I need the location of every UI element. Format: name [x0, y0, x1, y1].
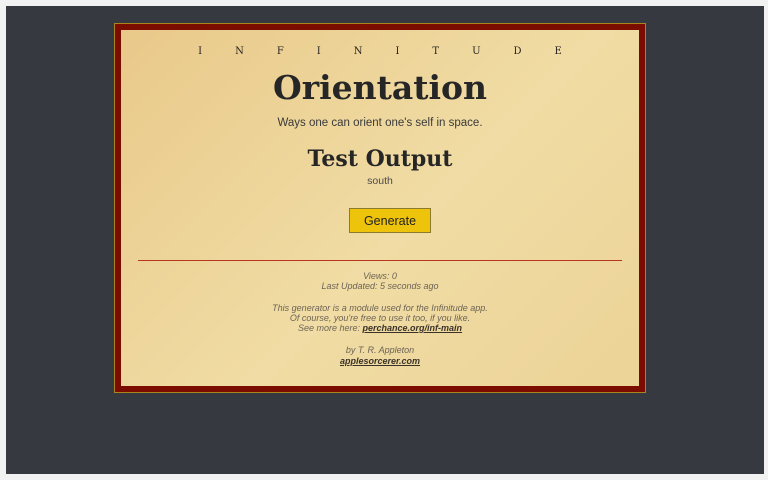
perchance-link[interactable]: perchance.org/inf-main	[363, 323, 463, 333]
author-byline: by T. R. Appleton	[345, 345, 415, 355]
page-subtitle: Ways one can orient one's self in space.	[277, 117, 483, 129]
generate-button[interactable]: Generate	[349, 208, 431, 233]
page-background: INFINITUDE Orientation Ways one can orie…	[6, 6, 764, 474]
author-site-link[interactable]: applesorcerer.com	[340, 356, 420, 366]
output-value: south	[367, 175, 393, 187]
about-line-3: See more here: perchance.org/inf-main	[121, 323, 639, 334]
author-site: applesorcerer.com	[121, 356, 639, 367]
divider	[138, 260, 622, 261]
brand-wordmark: INFINITUDE	[198, 46, 595, 57]
about-line-2: Of course, you're free to use it too, if…	[289, 313, 471, 323]
generator-card: INFINITUDE Orientation Ways one can orie…	[121, 30, 639, 386]
views-count: Views: 0	[363, 271, 397, 281]
about-line-3-prefix: See more here:	[297, 323, 363, 333]
about-line-1: This generator is a module used for the …	[272, 303, 488, 313]
last-updated: Last Updated: 5 seconds ago	[321, 281, 439, 291]
generator-frame: INFINITUDE Orientation Ways one can orie…	[114, 23, 646, 393]
page-title: Orientation	[272, 68, 488, 107]
output-heading: Test Output	[307, 146, 453, 172]
